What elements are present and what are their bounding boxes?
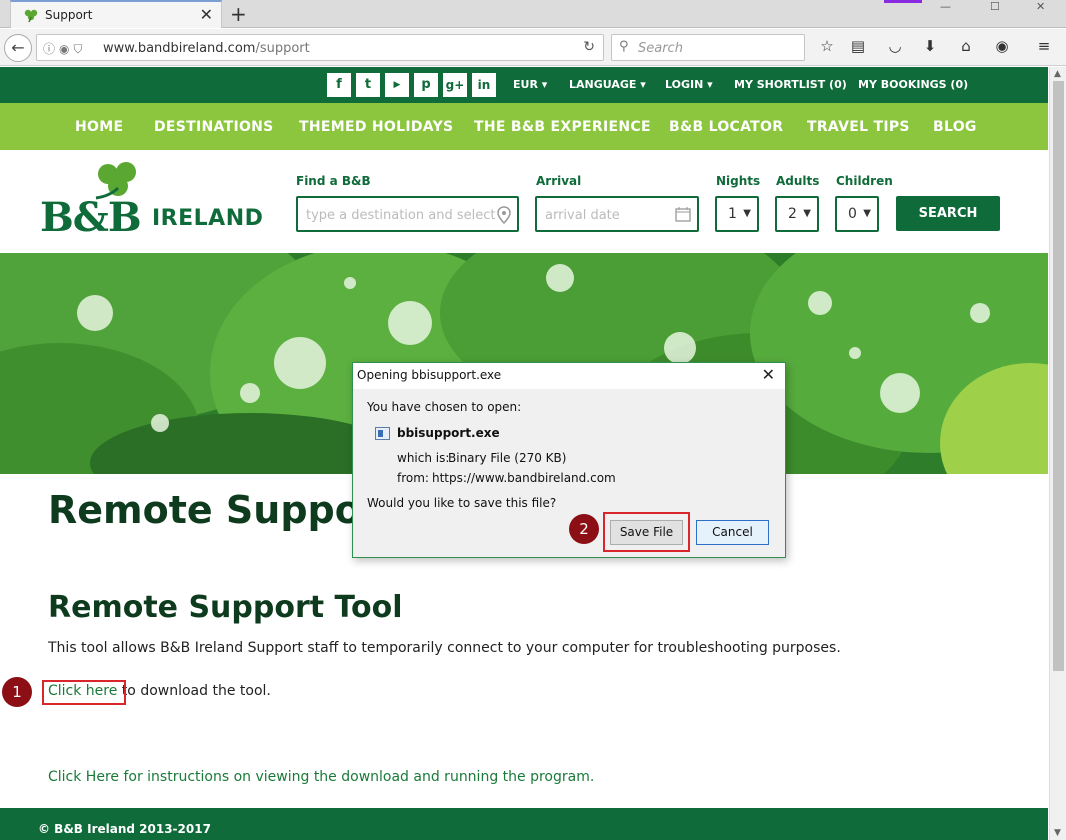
scroll-down-icon[interactable]: ▼ — [1054, 828, 1061, 838]
arrival-placeholder: arrival date — [545, 208, 620, 223]
download-icon[interactable]: ⬇ — [919, 37, 941, 59]
highlight-save-file — [603, 512, 690, 552]
logo-bb: B&B — [40, 194, 142, 241]
adults-label: Adults — [776, 174, 820, 188]
from-label: from: — [397, 471, 429, 485]
google-plus-icon[interactable]: g+ — [443, 73, 467, 97]
maximize-icon[interactable]: ☐ — [990, 0, 1000, 13]
extension-icon[interactable]: ◉ — [991, 37, 1013, 59]
url-path: /support — [255, 41, 310, 56]
my-shortlist-link[interactable]: MY SHORTLIST (0) — [734, 78, 847, 91]
search-placeholder: Search — [638, 41, 683, 56]
nav-bb-locator[interactable]: B&B LOCATOR — [669, 119, 783, 135]
chevron-down-icon: ▼ — [803, 208, 811, 219]
search-icon: ⚲ — [619, 39, 629, 54]
scroll-thumb[interactable] — [1053, 81, 1064, 671]
tab-title: Support — [45, 8, 93, 22]
new-tab-icon[interactable]: + — [230, 2, 247, 26]
page-footer: © B&B Ireland 2013-2017 — [0, 808, 1048, 840]
nav-bb-experience[interactable]: THE B&B EXPERIENCE — [474, 119, 651, 135]
pinterest-icon[interactable]: p — [414, 73, 438, 97]
site-logo[interactable]: B&B IRELAND — [40, 158, 264, 242]
instructions-link[interactable]: Click Here for instructions on viewing t… — [48, 769, 594, 785]
calendar-icon — [675, 207, 691, 222]
pocket-icon[interactable]: ◡ — [884, 37, 906, 59]
url-bar[interactable]: ⓘ◉⛉ www.bandbireland.com/support ↻ — [36, 34, 604, 61]
nights-select[interactable]: 1 ▼ — [715, 196, 759, 232]
tool-description: This tool allows B&B Ireland Support sta… — [48, 640, 841, 656]
top-strip: f t ▶ p g+ in EUR ▾ LANGUAGE ▾ LOGIN ▾ M… — [0, 67, 1048, 103]
url-text: www.bandbireland.com/support — [103, 41, 310, 56]
minimize-icon[interactable]: — — [940, 0, 951, 13]
nav-themed-holidays[interactable]: THEMED HOLIDAYS — [299, 119, 453, 135]
main-nav: HOME DESTINATIONS THEMED HOLIDAYS THE B&… — [0, 103, 1048, 150]
download-text: to download the tool. — [117, 683, 271, 699]
chevron-down-icon: ▼ — [863, 208, 871, 219]
twitter-icon[interactable]: t — [356, 73, 380, 97]
file-source: https://www.bandbireland.com — [432, 471, 616, 485]
site-info-icon[interactable]: ⓘ◉⛉ — [43, 40, 86, 57]
close-tab-icon[interactable]: ✕ — [200, 5, 213, 24]
step-badge-2: 2 — [569, 514, 599, 544]
arrival-date-input[interactable]: arrival date — [535, 196, 699, 232]
nav-home[interactable]: HOME — [75, 119, 123, 135]
my-bookings-link[interactable]: MY BOOKINGS (0) — [858, 78, 968, 91]
nav-travel-tips[interactable]: TRAVEL TIPS — [807, 119, 910, 135]
tab-support[interactable]: Support ✕ — [10, 0, 222, 28]
step-badge-1: 1 — [2, 677, 32, 707]
dialog-close-icon[interactable]: ✕ — [762, 365, 775, 384]
back-arrow-icon[interactable]: ← — [4, 34, 32, 62]
page-title: Remote Suppo — [48, 488, 361, 532]
facebook-icon[interactable]: f — [327, 73, 351, 97]
search-button[interactable]: SEARCH — [896, 196, 1000, 231]
menu-icon[interactable]: ≡ — [1033, 37, 1055, 59]
highlight-click-here — [42, 680, 126, 705]
tab-bar: Support ✕ + — ☐ ✕ — [0, 0, 1066, 28]
nights-value: 1 — [728, 206, 737, 222]
destination-input[interactable]: type a destination and select fr — [296, 196, 519, 232]
page-scrollbar[interactable]: ▲ ▼ — [1049, 67, 1066, 840]
linkedin-icon[interactable]: in — [472, 73, 496, 97]
file-type: Binary File (270 KB) — [448, 451, 567, 465]
file-name: bbisupport.exe — [397, 426, 500, 440]
language-menu[interactable]: LANGUAGE ▾ — [569, 78, 646, 91]
cancel-button[interactable]: Cancel — [696, 520, 769, 545]
dialog-title: Opening bbisupport.exe — [357, 368, 502, 382]
currency-menu[interactable]: EUR ▾ — [513, 78, 547, 91]
adults-value: 2 — [788, 206, 797, 222]
profile-accent — [884, 0, 922, 3]
exe-file-icon — [375, 427, 390, 440]
bookmark-star-icon[interactable]: ☆ — [816, 37, 838, 59]
which-is-label: which is: — [397, 451, 450, 465]
nav-blog[interactable]: BLOG — [933, 119, 977, 135]
scroll-up-icon[interactable]: ▲ — [1054, 69, 1061, 79]
map-pin-icon — [497, 206, 511, 224]
adults-select[interactable]: 2 ▼ — [775, 196, 819, 232]
chosen-text: You have chosen to open: — [367, 400, 522, 414]
youtube-icon[interactable]: ▶ — [385, 73, 409, 97]
url-host: www.bandbireland.com — [103, 41, 256, 56]
arrival-label: Arrival — [536, 174, 582, 188]
children-select[interactable]: 0 ▼ — [835, 196, 879, 232]
reload-icon[interactable]: ↻ — [583, 39, 595, 55]
find-label: Find a B&B — [296, 174, 371, 188]
destination-placeholder: type a destination and select fr — [306, 208, 496, 223]
window-close-icon[interactable]: ✕ — [1036, 0, 1045, 13]
save-question: Would you like to save this file? — [367, 496, 557, 510]
nights-label: Nights — [716, 174, 761, 188]
chevron-down-icon: ▼ — [743, 208, 751, 219]
shamrock-icon — [24, 9, 38, 23]
children-value: 0 — [848, 206, 857, 222]
footer-copyright: © B&B Ireland 2013-2017 — [38, 822, 211, 836]
search-bar[interactable]: ⚲ Search — [611, 34, 805, 61]
logo-ireland: IRELAND — [152, 206, 264, 231]
login-menu[interactable]: LOGIN ▾ — [665, 78, 713, 91]
nav-destinations[interactable]: DESTINATIONS — [154, 119, 274, 135]
nav-toolbar: ← ⓘ◉⛉ www.bandbireland.com/support ↻ ⚲ S… — [0, 29, 1066, 66]
section-title: Remote Support Tool — [48, 590, 403, 625]
home-icon[interactable]: ⌂ — [955, 37, 977, 59]
children-label: Children — [836, 174, 893, 188]
reading-list-icon[interactable]: ▤ — [847, 37, 869, 59]
